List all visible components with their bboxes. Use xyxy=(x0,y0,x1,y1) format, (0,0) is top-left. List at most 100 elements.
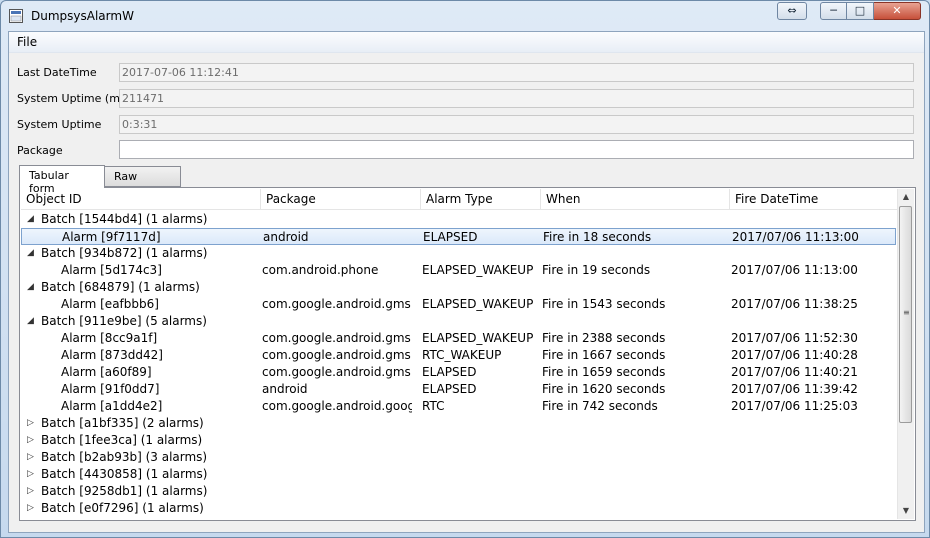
column-header-fire-datetime[interactable]: Fire DateTime xyxy=(730,189,898,209)
expanded-arrow-icon[interactable]: ◢ xyxy=(27,211,34,228)
fire-datetime-cell: 2017/07/06 11:25:03 xyxy=(731,399,858,413)
alarm-row[interactable]: Alarm [eafbbb6] com.google.android.gms ELA… xyxy=(21,296,896,313)
object-id-cell: Batch [934b872] (1 alarms) xyxy=(41,246,208,260)
column-header-package[interactable]: Package xyxy=(261,189,421,209)
object-id-cell: Alarm [5d174c3] xyxy=(61,263,162,277)
collapsed-arrow-icon[interactable]: ▷ xyxy=(27,432,34,449)
collapsed-arrow-icon[interactable]: ▷ xyxy=(27,500,34,517)
vertical-scrollbar[interactable]: ▲ ≡ ▼ xyxy=(897,189,914,519)
alarm-row[interactable]: Alarm [91f0dd7] android ELAPSED Fire in 162… xyxy=(21,381,896,398)
package-cell: com.android.phone xyxy=(262,263,379,277)
window-title: DumpsysAlarmW xyxy=(31,9,134,23)
batch-row[interactable]: ◢ Batch [934b872] (1 alarms) xyxy=(21,245,896,262)
close-button[interactable]: ✕ xyxy=(874,2,921,20)
alarm-tree[interactable]: Object ID Package Alarm Type When Fire D… xyxy=(21,189,898,519)
batch-row[interactable]: ◢ Batch [1544bd4] (1 alarms) xyxy=(21,211,896,228)
maximize-button[interactable]: □ xyxy=(847,2,874,20)
alarm-type-cell: ELAPSED xyxy=(422,382,477,396)
scroll-down-icon[interactable]: ▼ xyxy=(898,503,914,519)
object-id-cell: Alarm [8cc9a1f] xyxy=(61,331,158,345)
when-cell: Fire in 1543 seconds xyxy=(542,297,666,311)
fire-datetime-cell: 2017/07/06 11:38:25 xyxy=(731,297,858,311)
object-id-cell: Batch [a1bf335] (2 alarms) xyxy=(41,416,204,430)
alarm-type-cell: ELAPSED_WAKEUP xyxy=(422,297,534,311)
object-id-cell: Batch [b2ab93b] (3 alarms) xyxy=(41,450,208,464)
batch-row[interactable]: ◢ Batch [911e9be] (5 alarms) xyxy=(21,313,896,330)
alarm-row[interactable]: Alarm [a60f89] com.google.android.gms ELAP… xyxy=(21,364,896,381)
object-id-cell: Batch [1544bd4] (1 alarms) xyxy=(41,212,208,226)
system-uptime-ms-field[interactable]: 211471 xyxy=(119,89,914,108)
collapsed-arrow-icon[interactable]: ▷ xyxy=(27,466,34,483)
object-id-cell: Alarm [a60f89] xyxy=(61,365,152,379)
object-id-cell: Batch [4430858] (1 alarms) xyxy=(41,467,208,481)
minimize-icon: ─ xyxy=(830,4,837,17)
alarm-type-cell: ELAPSED_WAKEUP xyxy=(422,263,534,277)
package-cell: com.google.android.googl... xyxy=(262,399,412,413)
system-uptime-field[interactable]: 0:3:31 xyxy=(119,115,914,134)
fire-datetime-cell: 2017/07/06 11:13:00 xyxy=(732,230,859,244)
collapsed-arrow-icon[interactable]: ▷ xyxy=(27,415,34,432)
title-bar[interactable]: DumpsysAlarmW ⇔ ─ □ ✕ xyxy=(1,1,929,31)
object-id-cell: Alarm [a1dd4e2] xyxy=(61,399,163,413)
object-id-cell: Batch [684879] (1 alarms) xyxy=(41,280,200,294)
when-cell: Fire in 742 seconds xyxy=(542,399,658,413)
fire-datetime-cell: 2017/07/06 11:40:21 xyxy=(731,365,858,379)
batch-row[interactable]: ◢ Batch [684879] (1 alarms) xyxy=(21,279,896,296)
grip-icon: ≡ xyxy=(903,308,910,317)
object-id-cell: Batch [e0f7296] (1 alarms) xyxy=(41,501,204,515)
close-icon: ✕ xyxy=(892,4,902,17)
package-cell: android xyxy=(262,382,308,396)
swap-layout-button[interactable]: ⇔ xyxy=(777,2,807,20)
alarm-row[interactable]: Alarm [a1dd4e2] com.google.android.googl.… xyxy=(21,398,896,415)
minimize-button[interactable]: ─ xyxy=(820,2,847,20)
fire-datetime-cell: 2017/07/06 11:39:42 xyxy=(731,382,858,396)
system-uptime-ms-label: System Uptime (ms) xyxy=(17,92,130,105)
alarm-row[interactable]: Alarm [873dd42] com.google.android.gms RTC… xyxy=(21,347,896,364)
menu-bar: File xyxy=(9,32,924,53)
batch-row[interactable]: ▷ Batch [e0f7296] (1 alarms) xyxy=(21,500,896,517)
tree-header: Object ID Package Alarm Type When Fire D… xyxy=(21,189,898,210)
expanded-arrow-icon[interactable]: ◢ xyxy=(27,279,34,296)
package-cell: android xyxy=(263,230,309,244)
alarm-row[interactable]: Alarm [8cc9a1f] com.google.android.gms ELA… xyxy=(21,330,896,347)
alarm-row[interactable]: Alarm [9f7117d] android ELAPSED Fire in 18 … xyxy=(21,228,896,245)
expanded-arrow-icon[interactable]: ◢ xyxy=(27,245,34,262)
app-icon xyxy=(9,9,23,23)
batch-row[interactable]: ▷ Batch [a1bf335] (2 alarms) xyxy=(21,415,896,432)
when-cell: Fire in 2388 seconds xyxy=(542,331,666,345)
alarm-type-cell: RTC_WAKEUP xyxy=(422,348,502,362)
fire-datetime-cell: 2017/07/06 11:13:00 xyxy=(731,263,858,277)
scroll-thumb[interactable]: ≡ xyxy=(899,206,912,423)
object-id-cell: Alarm [eafbbb6] xyxy=(61,297,159,311)
when-cell: Fire in 1659 seconds xyxy=(542,365,666,379)
column-header-when[interactable]: When xyxy=(541,189,730,209)
menu-file[interactable]: File xyxy=(17,35,37,49)
column-header-object-id[interactable]: Object ID xyxy=(21,189,261,209)
tab-panel: Object ID Package Alarm Type When Fire D… xyxy=(19,187,916,521)
package-cell: com.google.android.gms xyxy=(262,297,411,311)
alarm-row[interactable]: Alarm [5d174c3] com.android.phone ELAPSED_… xyxy=(21,262,896,279)
collapsed-arrow-icon[interactable]: ▷ xyxy=(27,483,34,500)
package-input[interactable] xyxy=(119,140,914,159)
scroll-up-icon[interactable]: ▲ xyxy=(898,189,914,205)
batch-row[interactable]: ▷ Batch [9258db1] (1 alarms) xyxy=(21,483,896,500)
client-area: File Last DateTime 2017-07-06 11:12:41 S… xyxy=(8,31,925,533)
when-cell: Fire in 19 seconds xyxy=(542,263,651,277)
collapsed-arrow-icon[interactable]: ▷ xyxy=(27,449,34,466)
expanded-arrow-icon[interactable]: ◢ xyxy=(27,313,34,330)
tab-tabular-form[interactable]: Tabular form xyxy=(19,165,105,195)
system-uptime-label: System Uptime xyxy=(17,118,102,131)
main-window: DumpsysAlarmW ⇔ ─ □ ✕ File Last DateTime… xyxy=(0,0,930,538)
batch-row[interactable]: ▷ Batch [4430858] (1 alarms) xyxy=(21,466,896,483)
tab-raw-source[interactable]: Raw source xyxy=(104,166,181,196)
object-id-cell: Batch [1fee3ca] (1 alarms) xyxy=(41,433,203,447)
object-id-cell: Alarm [91f0dd7] xyxy=(61,382,160,396)
package-cell: com.google.android.gms xyxy=(262,348,411,362)
column-header-alarm-type[interactable]: Alarm Type xyxy=(421,189,541,209)
last-datetime-field[interactable]: 2017-07-06 11:12:41 xyxy=(119,63,914,82)
object-id-cell: Batch [9258db1] (1 alarms) xyxy=(41,484,208,498)
batch-row[interactable]: ▷ Batch [b2ab93b] (3 alarms) xyxy=(21,449,896,466)
package-cell: com.google.android.gms xyxy=(262,365,411,379)
batch-row[interactable]: ▷ Batch [1fee3ca] (1 alarms) xyxy=(21,432,896,449)
maximize-icon: □ xyxy=(854,4,866,17)
